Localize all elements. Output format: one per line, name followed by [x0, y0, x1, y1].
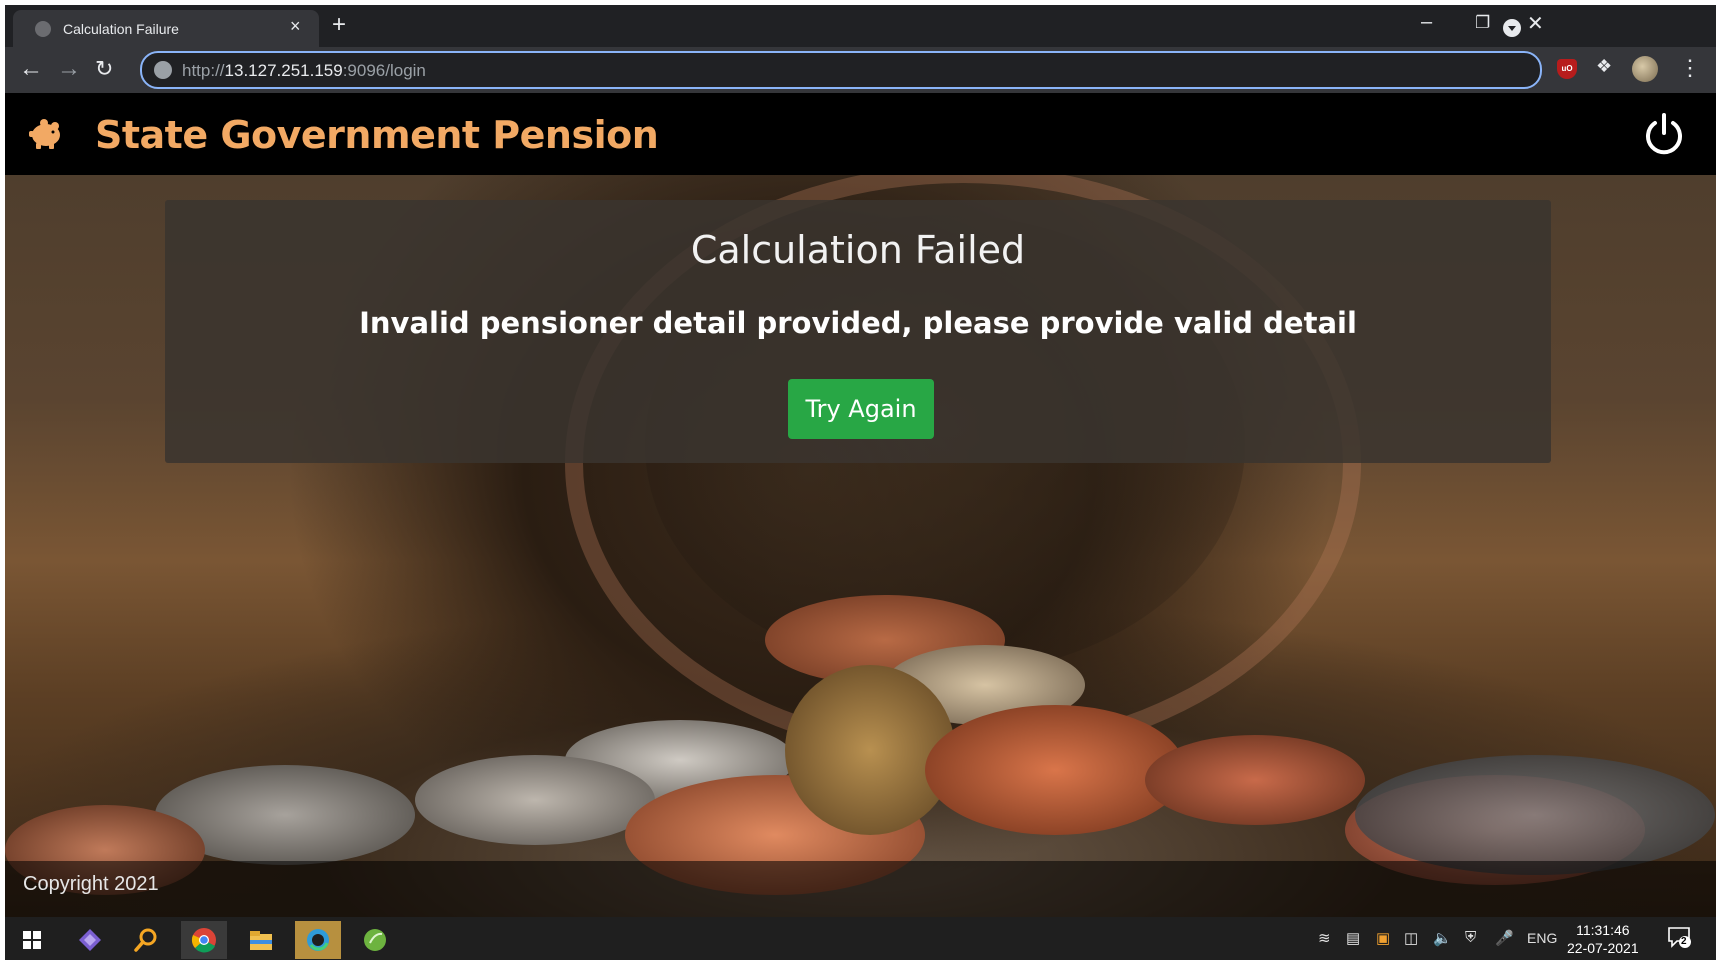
- copyright-text: Copyright 2021: [23, 873, 159, 895]
- tab-close-icon[interactable]: ×: [290, 16, 301, 37]
- clock-date: 22-07-2021: [1567, 940, 1639, 956]
- windows-taskbar: ≋ ▤ ▣ ◫ 🔈 ⛨ 🎤 ENG 11:31:46 22-07-2021 2: [5, 917, 1716, 960]
- visual-studio-icon[interactable]: [67, 921, 113, 959]
- app-title: State Government Pension: [95, 113, 659, 157]
- file-explorer-icon[interactable]: [238, 921, 284, 959]
- browser-tabstrip: Calculation Failure × + – ❐ ✕: [5, 5, 1716, 47]
- screen: Calculation Failure × + – ❐ ✕ ← → ↻ http…: [5, 5, 1716, 960]
- address-url[interactable]: http://13.127.251.159:9096/login: [182, 61, 426, 81]
- windows-start-icon[interactable]: [9, 921, 55, 959]
- page-footer: Copyright 2021: [5, 861, 1716, 917]
- system-clock[interactable]: 11:31:46 22-07-2021: [1567, 921, 1639, 957]
- site-info-icon[interactable]: [154, 61, 172, 79]
- microphone-icon[interactable]: 🎤: [1495, 929, 1514, 947]
- coin-decoration: [1145, 735, 1365, 825]
- power-icon[interactable]: [1640, 111, 1688, 159]
- spring-tool-suite-icon[interactable]: [352, 921, 398, 959]
- display-icon[interactable]: ▤: [1346, 929, 1360, 947]
- coin-decoration: [415, 755, 655, 845]
- security-icon[interactable]: ⛨: [1465, 929, 1476, 946]
- try-again-button[interactable]: Try Again: [788, 379, 934, 439]
- chrome-icon[interactable]: [181, 921, 227, 959]
- reload-icon[interactable]: ↻: [95, 56, 113, 82]
- error-title: Calculation Failed: [690, 228, 1026, 272]
- address-bar[interactable]: http://13.127.251.159:9096/login: [140, 51, 1542, 89]
- search-icon[interactable]: [123, 921, 169, 959]
- notification-count: 2: [1681, 936, 1687, 947]
- hero-background-image: Calculation Failed Invalid pensioner det…: [5, 175, 1716, 917]
- web-page: State Government Pension Calculation Fai…: [5, 93, 1716, 917]
- url-scheme: http://: [182, 61, 225, 80]
- network-icon[interactable]: ≋: [1318, 929, 1331, 947]
- volume-icon[interactable]: 🔈: [1433, 929, 1452, 947]
- close-window-icon[interactable]: ✕: [1527, 11, 1544, 36]
- restore-icon[interactable]: ❐: [1475, 13, 1490, 33]
- extensions-puzzle-icon[interactable]: ❖: [1596, 56, 1616, 76]
- battery-icon[interactable]: ◫: [1404, 929, 1418, 947]
- app-navbar: State Government Pension: [5, 93, 1716, 175]
- piggy-bank-icon: [29, 119, 60, 149]
- tray-app-icon[interactable]: ▣: [1376, 929, 1390, 947]
- minimize-icon[interactable]: –: [1421, 11, 1432, 34]
- new-tab-button[interactable]: +: [332, 11, 346, 39]
- menu-kebab-icon[interactable]: ⋮: [1679, 55, 1701, 81]
- error-message: Invalid pensioner detail provided, pleas…: [359, 306, 1357, 340]
- tab-search-icon[interactable]: [1503, 19, 1521, 37]
- coin-decoration: [925, 705, 1185, 835]
- error-card: Calculation Failed Invalid pensioner det…: [165, 200, 1551, 463]
- clock-time: 11:31:46: [1576, 922, 1630, 938]
- coin-decoration: [785, 665, 955, 835]
- url-path: :9096/login: [342, 61, 426, 80]
- browser-toolbar: ← → ↻ http://13.127.251.159:9096/login u…: [5, 47, 1716, 93]
- profile-avatar[interactable]: [1632, 56, 1658, 82]
- notification-center-icon[interactable]: [1667, 926, 1691, 948]
- coin-decoration: [1355, 755, 1715, 875]
- language-indicator[interactable]: ENG: [1527, 930, 1557, 946]
- edge-icon[interactable]: [295, 921, 341, 959]
- ublock-extension-icon[interactable]: uO: [1557, 59, 1577, 79]
- back-icon[interactable]: ←: [19, 55, 43, 83]
- url-host: 13.127.251.159: [224, 61, 343, 80]
- browser-tab[interactable]: Calculation Failure ×: [13, 10, 319, 47]
- tab-title: Calculation Failure: [63, 21, 179, 37]
- forward-icon[interactable]: →: [57, 55, 81, 83]
- tab-favicon-icon: [35, 21, 51, 37]
